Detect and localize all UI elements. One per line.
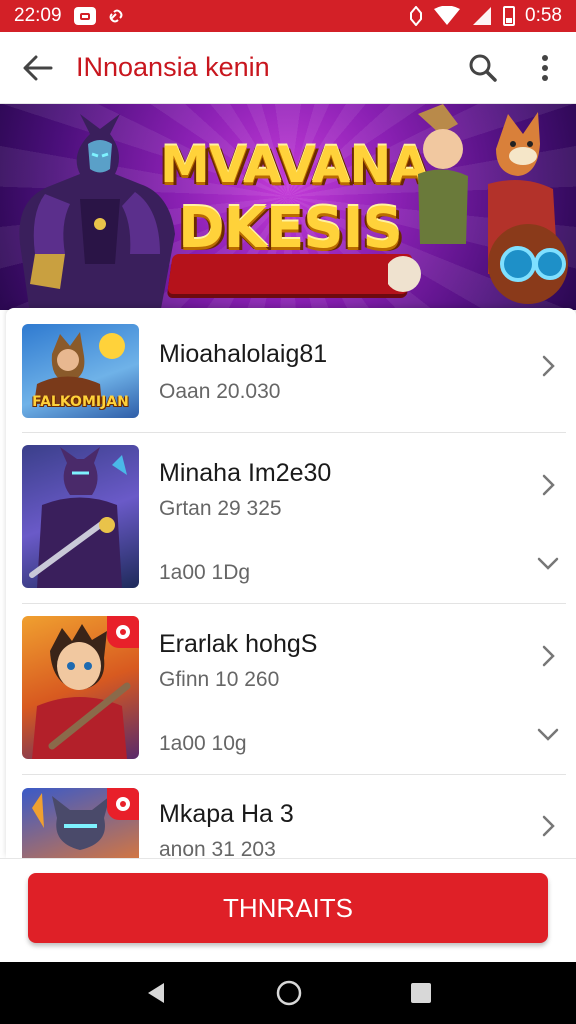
status-bar: 22:09 0:58: [0, 0, 576, 32]
game-subtitle: Oaan 20.030: [159, 380, 281, 403]
adventurer-and-fox-illustration: [388, 104, 568, 304]
bottom-action-area: THNRAITS: [0, 858, 576, 962]
system-nav-bar: [0, 962, 576, 1024]
badge-icon: [107, 788, 139, 820]
alarm-icon: [410, 6, 423, 26]
divider: [22, 432, 566, 433]
game-subtitle: Gfinn 10 260: [159, 668, 280, 691]
thumb-logo-text: FALKOMIJAN: [32, 394, 129, 410]
game-name: Mkapa Ha 3: [159, 800, 294, 828]
arrow-left-icon: [23, 55, 53, 80]
game-thumbnail: [22, 788, 139, 858]
more-vert-icon: [542, 54, 548, 81]
chevron-down-icon[interactable]: [536, 722, 560, 746]
game-size: 1a00 10g: [159, 732, 247, 755]
status-time: 22:09: [14, 5, 62, 26]
chevron-right-icon: [542, 815, 555, 837]
notification-icon: [73, 7, 96, 25]
back-button[interactable]: [0, 32, 76, 104]
chevron-right-icon: [542, 355, 555, 377]
game-name: Erarlak hohgS: [159, 630, 318, 658]
badge-icon: [107, 616, 139, 648]
game-name: Minaha Im2e30: [159, 459, 332, 487]
game-subtitle: anon 31 203: [159, 838, 276, 858]
more-options-button[interactable]: [514, 32, 576, 104]
home-circle-icon[interactable]: [275, 979, 303, 1007]
dark-knight-thumb-illustration: [29, 447, 127, 588]
search-button[interactable]: [452, 32, 514, 104]
back-triangle-icon[interactable]: [144, 981, 168, 1005]
game-size: 1a00 1Dg: [159, 561, 251, 584]
recents-square-icon[interactable]: [410, 982, 432, 1004]
game-list: FALKOMIJAN Mioahalolaig81 Oaan 20.030 Mi…: [6, 308, 576, 858]
banner-title-line1: MVAVANA: [160, 136, 429, 194]
link-icon: [109, 9, 123, 23]
app-bar: INnoansia kenin: [0, 32, 576, 104]
battery-icon: [503, 6, 516, 26]
game-subtitle: Grtan 29 325: [159, 497, 282, 520]
game-thumbnail: [22, 445, 139, 588]
primary-action-button[interactable]: THNRAITS: [28, 873, 548, 943]
list-item[interactable]: Mkapa Ha 3 anon 31 203: [6, 788, 576, 858]
divider: [22, 603, 566, 604]
divider: [22, 774, 566, 775]
game-name: Mioahalolaig81: [159, 340, 328, 368]
game-thumbnail: FALKOMIJAN: [22, 324, 139, 418]
wifi-icon: [434, 6, 461, 25]
promo-banner[interactable]: MVAVANA DKESIS: [0, 104, 576, 310]
game-thumbnail: [22, 616, 139, 759]
signal-icon: [473, 7, 492, 25]
list-item[interactable]: Erarlak hohgS Gfinn 10 260 1a00 10g: [6, 616, 576, 776]
chevron-right-icon: [542, 474, 555, 496]
banner-title-line2: DKESIS: [178, 196, 403, 261]
list-item[interactable]: Minaha Im2e30 Grtan 29 325 1a00 1Dg: [6, 445, 576, 605]
chevron-right-icon: [542, 645, 555, 667]
page-title: INnoansia kenin: [76, 52, 270, 82]
chevron-down-icon[interactable]: [536, 551, 560, 575]
search-icon: [469, 54, 497, 82]
list-item[interactable]: FALKOMIJAN Mioahalolaig81 Oaan 20.030: [6, 324, 576, 436]
status-right-time: 0:58: [525, 5, 562, 26]
